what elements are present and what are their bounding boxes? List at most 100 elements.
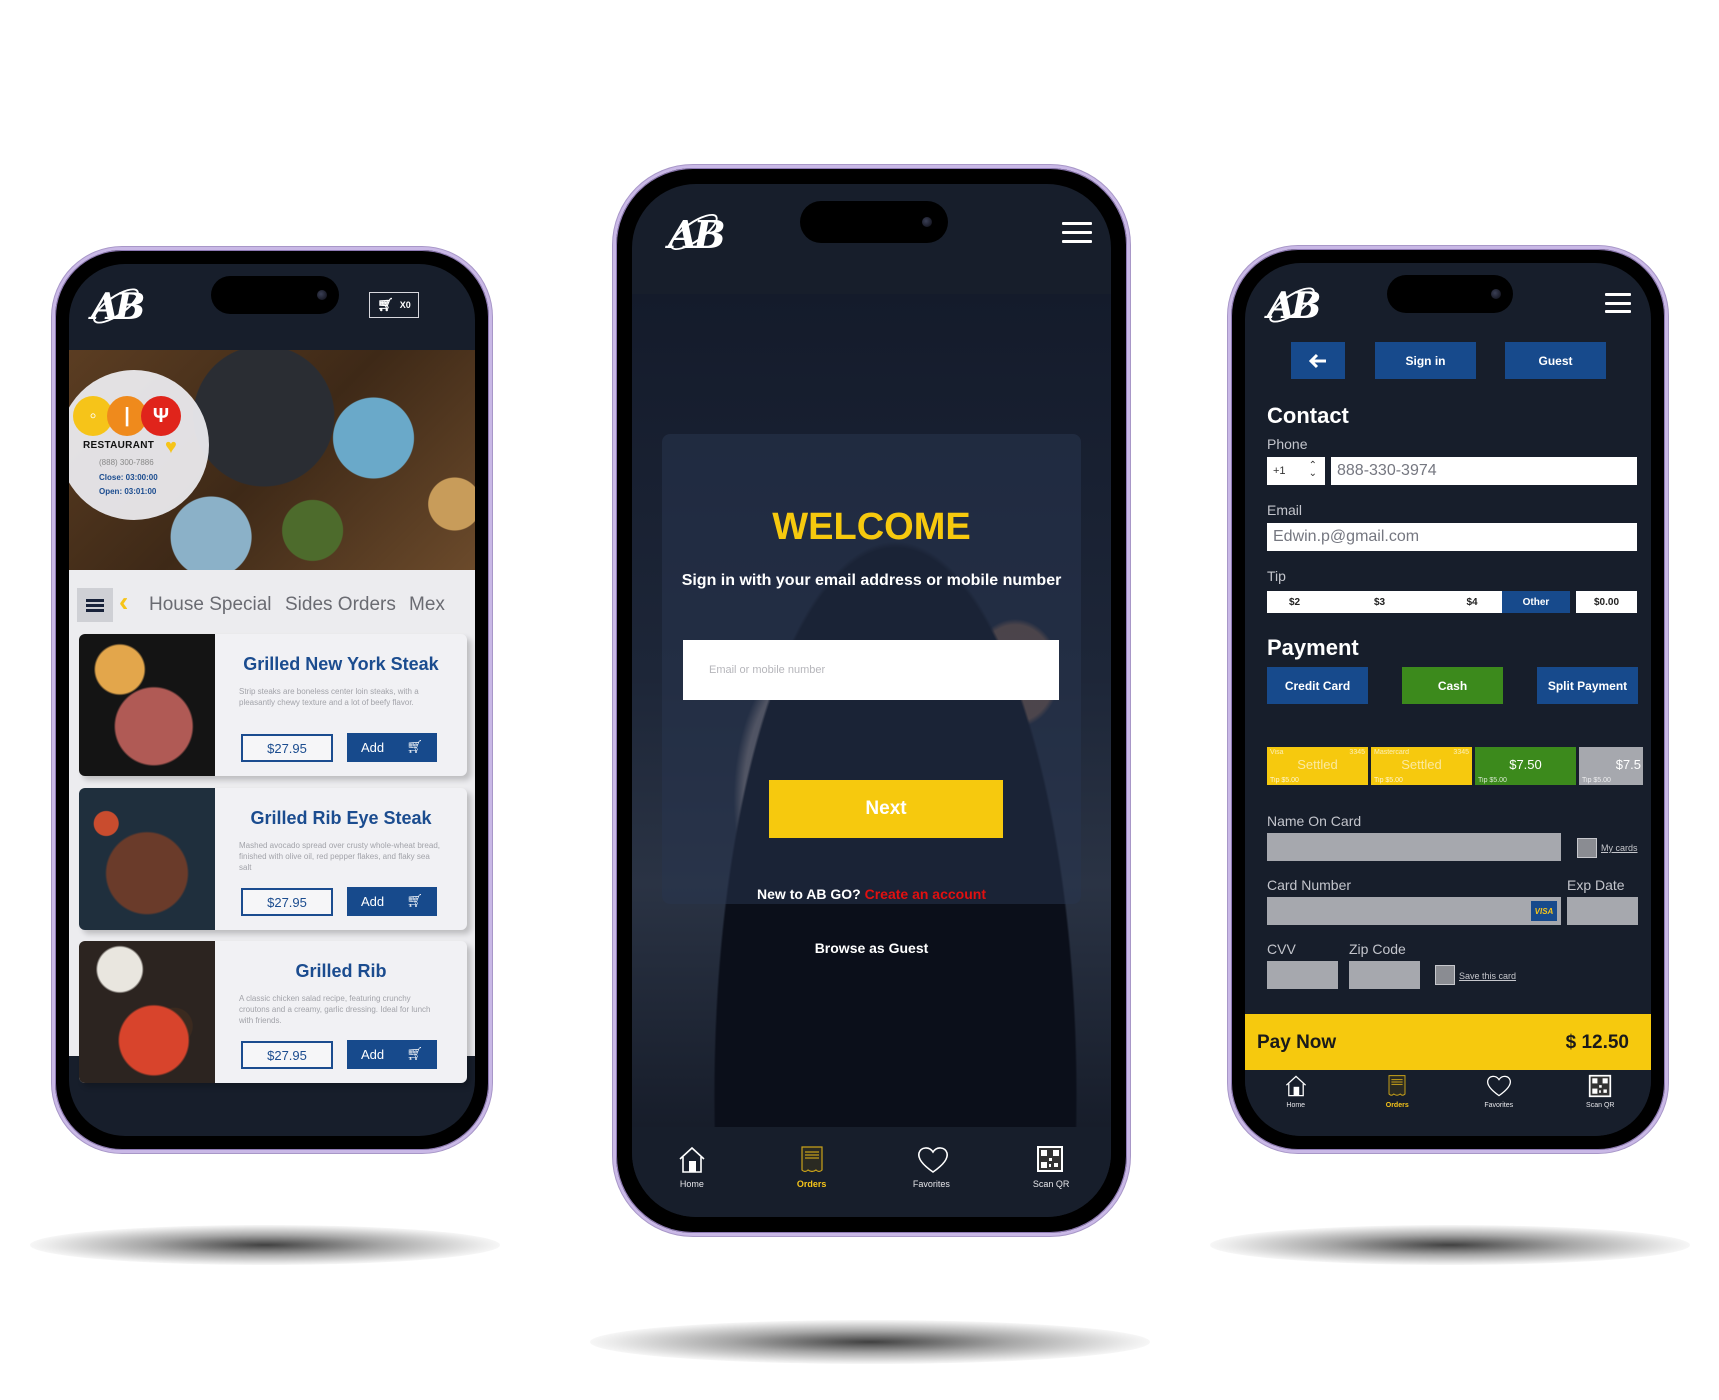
pay-now-button[interactable]: Pay Now $ 12.50 [1245,1014,1651,1076]
menu-item-description: Mashed avocado spread over crusty whole-… [239,841,440,872]
favorite-heart-icon[interactable]: ♥ [165,436,177,459]
phone-login: AB WELCOME Sign in with your email addre… [613,165,1130,1236]
tab-house-special[interactable]: House Special [149,594,272,616]
credit-card-button[interactable]: Credit Card [1267,667,1368,704]
exp-date-label: Exp Date [1567,877,1625,893]
nav-home[interactable]: Home [657,1145,727,1189]
tab-sides-orders[interactable]: Sides Orders [285,594,396,616]
tip-custom-amount[interactable]: $0.00 [1576,591,1637,613]
my-cards-link[interactable]: My cards [1601,843,1638,853]
split-payment-tile[interactable]: Visa 3345 Settled Tip $5.00 [1267,747,1368,785]
menu-item-title: Grilled New York Steak [243,654,439,674]
nav-orders[interactable]: Orders [1362,1074,1432,1109]
brand-logo: AB [665,207,726,257]
menu-item-card[interactable]: Grilled Rib A classic chicken salad reci… [79,941,467,1083]
pay-now-total: $ 12.50 [1565,1032,1629,1053]
restaurant-badge: ◦ | Ψ RESTAURANT ♥ (888) 300-7886 Close:… [69,370,209,520]
split-payment-tile[interactable]: $7.50 Tip $5.00 [1475,747,1576,785]
restaurant-open-time: Open: 03:01:00 [99,487,157,496]
bottom-navigation: Home Orders Favorites Scan QR [632,1127,1111,1217]
nav-scan-qr[interactable]: Scan QR [1016,1145,1086,1189]
zip-code-label: Zip Code [1349,941,1406,957]
menu-item-description: Strip steaks are boneless center loin st… [239,687,419,707]
nav-favorites[interactable]: Favorites [896,1145,966,1189]
menu-item-price: $27.95 [241,888,333,916]
home-icon [1284,1074,1308,1098]
add-to-cart-button[interactable]: Add 🛒︎ [347,733,437,762]
phone-shadow-right [1210,1225,1690,1265]
nav-orders[interactable]: Orders [777,1145,847,1189]
login-background-image: WELCOME Sign in with your email address … [632,294,1111,1137]
next-button[interactable]: Next [769,780,1003,838]
phone-shadow-left [30,1225,500,1265]
name-on-card-input[interactable] [1267,833,1561,861]
email-input[interactable]: Edwin.p@gmail.com [1267,523,1637,551]
chevron-left-icon[interactable]: ‹ [119,586,128,618]
email-or-mobile-input[interactable] [683,640,1059,700]
phone-menu: AB 🛒︎ X0 ◦ | Ψ RESTAURANT ♥ (888) 300-78… [52,247,492,1153]
menu-item-title: Grilled Rib [295,961,387,981]
name-on-card-label: Name On Card [1267,813,1362,829]
cart-count: X0 [399,300,411,310]
menu-hamburger-icon[interactable] [1062,222,1092,244]
restaurant-hero-image: ◦ | Ψ RESTAURANT ♥ (888) 300-7886 Close:… [69,350,475,570]
phone-label: Phone [1267,436,1308,452]
checkout-screen: AB Sign in Guest Contact Phone +1 ⌃ ⌄ 888… [1245,263,1651,1136]
menu-item-card[interactable]: Grilled New York Steak Strip steaks are … [79,634,467,776]
guest-button[interactable]: Guest [1505,342,1606,379]
split-payment-tile[interactable]: Mastercard 3345 Settled Tip $5.00 [1371,747,1472,785]
saved-cards-icon[interactable] [1577,838,1597,858]
tip-option-4[interactable]: $4 [1442,591,1502,613]
pay-now-label: Pay Now [1257,1032,1337,1053]
cart-icon: 🛒︎ [406,739,423,754]
add-to-cart-button[interactable]: Add 🛒︎ [347,1040,437,1069]
cart-icon: 🛒︎ [406,893,423,908]
menu-item-price: $27.95 [241,1041,333,1069]
tip-option-other[interactable]: Other [1502,591,1570,613]
menu-item-image [79,788,215,930]
create-account-link[interactable]: Create an account [865,886,986,902]
tip-option-3[interactable]: $3 [1352,591,1442,613]
save-card-label[interactable]: Save this card [1459,971,1516,981]
new-account-row: New to AB GO? Create an account [662,886,1081,902]
cash-button[interactable]: Cash [1402,667,1503,704]
browse-as-guest-link[interactable]: Browse as Guest [662,940,1081,956]
add-to-cart-button[interactable]: Add 🛒︎ [347,887,437,916]
menu-screen: AB 🛒︎ X0 ◦ | Ψ RESTAURANT ♥ (888) 300-78… [69,264,475,1136]
brand-logo: AB [1264,281,1321,329]
arrow-left-icon [1308,353,1326,368]
receipt-icon [797,1145,827,1175]
split-payment-button[interactable]: Split Payment [1537,667,1638,704]
cart-icon: 🛒︎ [406,1046,423,1061]
menu-item-title: Grilled Rib Eye Steak [250,808,432,828]
cvv-input[interactable] [1267,961,1338,989]
tip-option-2[interactable]: $2 [1267,591,1352,613]
card-number-label: Card Number [1267,877,1352,893]
cart-button[interactable]: 🛒︎ X0 [369,292,419,318]
nav-favorites[interactable]: Favorites [1464,1074,1534,1109]
tab-mex[interactable]: Mex [409,594,445,616]
menu-hamburger-icon[interactable] [1605,293,1631,315]
restaurant-phone: (888) 300-7886 [99,458,154,467]
split-payment-tile[interactable]: $7.5 Tip $5.00 [1579,747,1643,785]
menu-item-card[interactable]: Grilled Rib Eye Steak Mashed avocado spr… [79,788,467,930]
country-code-select[interactable]: +1 ⌃ ⌄ [1267,457,1325,485]
exp-date-input[interactable] [1567,897,1638,925]
nav-home[interactable]: Home [1261,1074,1331,1109]
home-icon [677,1145,707,1175]
save-card-checkbox-icon[interactable] [1435,965,1455,985]
email-label: Email [1267,502,1303,518]
category-tabs: ‹ House Special Sides Orders Mex [69,582,475,626]
dynamic-island [1387,275,1513,313]
heart-icon [916,1145,949,1175]
list-view-toggle[interactable] [77,588,113,622]
welcome-title: WELCOME [772,506,971,548]
nav-scan-qr[interactable]: Scan QR [1565,1074,1635,1109]
card-number-input[interactable]: VISA [1267,897,1561,925]
qr-code-icon [1588,1074,1612,1098]
sign-in-button[interactable]: Sign in [1375,342,1476,379]
zip-code-input[interactable] [1349,961,1420,989]
phone-input[interactable]: 888-330-3974 [1331,457,1637,485]
restaurant-logo: ◦ | Ψ [73,396,181,436]
back-button[interactable] [1291,342,1345,379]
